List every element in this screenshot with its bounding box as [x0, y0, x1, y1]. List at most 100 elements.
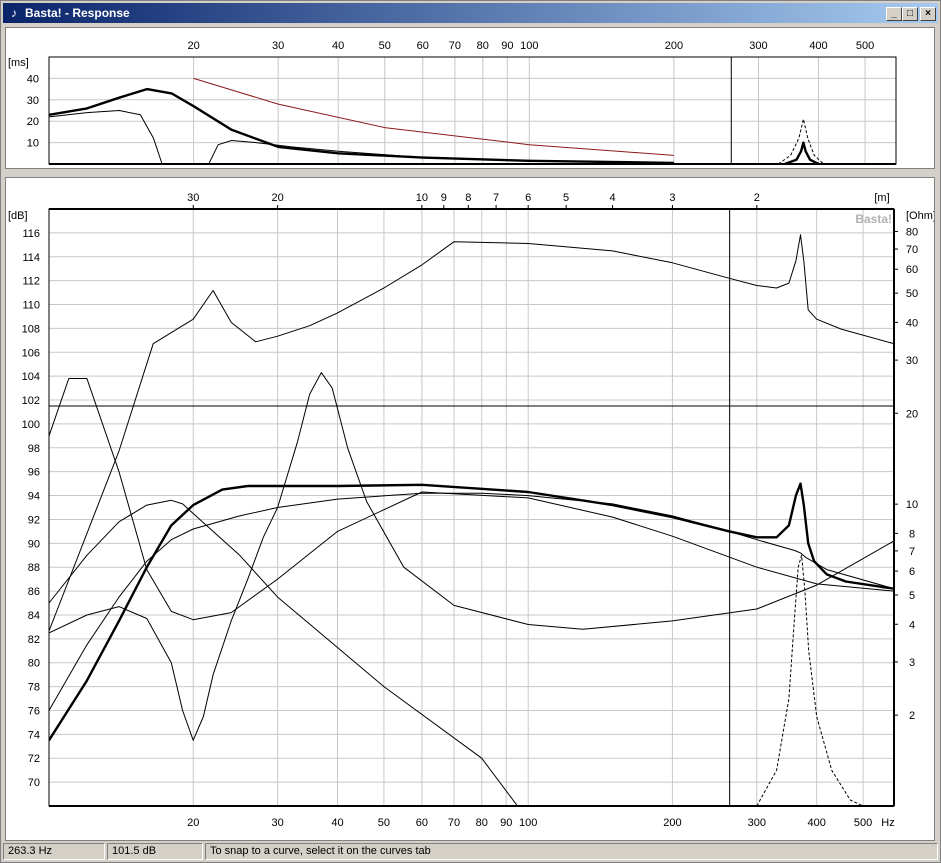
y-tick-label: 96: [28, 467, 40, 479]
top-axis-tick-label: 9: [441, 192, 447, 204]
y-tick-label: 116: [22, 228, 40, 240]
title-bar[interactable]: ♪ Basta! - Response _ □ ×: [3, 3, 938, 23]
y-tick-label: 74: [28, 729, 40, 741]
x-tick-label: 60: [416, 817, 428, 829]
status-hint: To snap to a curve, select it on the cur…: [205, 843, 938, 860]
y2-tick-label: 80: [906, 227, 918, 239]
top-axis-tick-label: 20: [272, 192, 284, 204]
y2-tick-label: 10: [906, 499, 918, 511]
y-tick-label: 82: [28, 634, 40, 646]
y2-tick-label: 2: [909, 710, 915, 722]
x-tick-label: 50: [379, 40, 391, 52]
y-tick-label: 88: [28, 562, 40, 574]
y-tick-label: 80: [28, 658, 40, 670]
response-curve-thin: [49, 492, 894, 711]
y-axis-label: [dB]: [8, 210, 28, 222]
y2-axis-label: [Ohm]: [906, 210, 934, 222]
top-axis-tick-label: 7: [493, 192, 499, 204]
y2-tick-label: 50: [906, 288, 918, 300]
top-axis-tick-label: 3: [669, 192, 675, 204]
plot-frame: [48, 56, 897, 165]
y-tick-label: 84: [28, 610, 40, 622]
x-tick-label: 40: [331, 817, 343, 829]
x-tick-label: 90: [500, 817, 512, 829]
status-frequency: 263.3 Hz: [3, 843, 105, 860]
x-tick-label: 300: [748, 817, 766, 829]
frequency-response-chart[interactable]: 20 30 40 50 60 70 80 90 100 200 300 400 500 Hz7072747…: [6, 178, 936, 840]
x-tick-label: 30: [272, 40, 284, 52]
response-curve-thin: [49, 378, 894, 621]
y2-tick-label: 4: [909, 619, 915, 631]
status-level: 101.5 dB: [107, 843, 203, 860]
y-tick-label: 92: [28, 514, 40, 526]
window-title: Basta! - Response: [25, 6, 130, 20]
app-window: ♪ Basta! - Response _ □ × 20 30 40 50 60 70 80…: [0, 0, 941, 863]
minimize-button[interactable]: _: [886, 7, 902, 21]
x-tick-label: 80: [477, 40, 489, 52]
group-delay-chart[interactable]: 20 30 40 50 60 70 80 90 100 200 300 400 500 10 20 30 40 […: [6, 28, 934, 168]
x-tick-label: 200: [663, 817, 681, 829]
y2-tick-label: 7: [909, 546, 915, 558]
y-tick-label: 94: [28, 491, 40, 503]
close-icon: ×: [925, 8, 931, 19]
y-tick-label: 102: [22, 395, 40, 407]
top-axis-tick-label: 6: [525, 192, 531, 204]
top-axis-tick-label: 8: [465, 192, 471, 204]
y-tick-label: 100: [22, 419, 40, 431]
x-tick-label: 40: [332, 40, 344, 52]
x-tick-label: 500: [854, 817, 872, 829]
y2-tick-label: 40: [906, 317, 918, 329]
group-delay-panel[interactable]: 20 30 40 50 60 70 80 90 100 200 300 400 500 10 20 30 40 […: [5, 27, 935, 169]
response-curve-bold: [49, 482, 894, 741]
y-tick-label: 40: [27, 73, 39, 85]
response-curve-dashed: [756, 554, 864, 806]
x-tick-label: 50: [378, 817, 390, 829]
x-tick-label: 500: [856, 40, 874, 52]
delay-curve-thin: [49, 110, 163, 164]
y2-tick-label: 60: [906, 264, 918, 276]
x-tick-label: 60: [417, 40, 429, 52]
y2-tick-label: 6: [909, 566, 915, 578]
top-axis-unit: [m]: [874, 192, 889, 204]
y-tick-label: 20: [27, 116, 39, 128]
y-tick-label: 10: [27, 138, 39, 150]
y-tick-label: 110: [22, 300, 40, 312]
y2-tick-label: 20: [906, 408, 918, 420]
y-tick-label: 30: [27, 95, 39, 107]
plot-frame: [48, 208, 895, 807]
maximize-button[interactable]: □: [902, 7, 918, 21]
y-tick-label: 114: [22, 252, 40, 264]
minimize-icon: _: [891, 8, 897, 19]
y2-tick-label: 8: [909, 528, 915, 540]
y-tick-label: 112: [22, 276, 40, 288]
y-tick-label: 76: [28, 705, 40, 717]
app-icon: ♪: [11, 6, 17, 20]
status-bar: 263.3 Hz 101.5 dB To snap to a curve, se…: [3, 843, 938, 861]
x-tick-label: 70: [449, 40, 461, 52]
x-tick-label: 30: [272, 817, 284, 829]
response-curve-thin: [49, 499, 518, 806]
x-tick-label: 100: [520, 40, 538, 52]
x-tick-label: 400: [807, 817, 825, 829]
y-axis-label: [ms]: [8, 57, 29, 69]
delay-curve-dashed: [778, 118, 824, 164]
x-tick-label: 20: [187, 817, 199, 829]
top-axis-tick-label: 5: [563, 192, 569, 204]
top-axis-tick-label: 4: [609, 192, 615, 204]
x-tick-label: 100: [519, 817, 537, 829]
y2-tick-label: 70: [906, 244, 918, 256]
y2-tick-label: 3: [909, 657, 915, 669]
response-curve-impedance: [49, 234, 894, 632]
x-tick-label: 80: [476, 817, 488, 829]
y-tick-label: 70: [28, 777, 40, 789]
top-axis-tick-label: 30: [187, 192, 199, 204]
top-axis-tick-label: 10: [416, 192, 428, 204]
top-axis-tick-label: 2: [754, 192, 760, 204]
x-tick-label: 90: [501, 40, 513, 52]
y-tick-label: 98: [28, 443, 40, 455]
frequency-response-panel[interactable]: 20 30 40 50 60 70 80 90 100 200 300 400 500 Hz 70 72 74 7…: [5, 177, 936, 841]
y2-tick-label: 5: [909, 590, 915, 602]
close-button[interactable]: ×: [920, 7, 936, 21]
maximize-icon: □: [906, 8, 914, 19]
x-axis-unit: Hz: [881, 817, 894, 829]
